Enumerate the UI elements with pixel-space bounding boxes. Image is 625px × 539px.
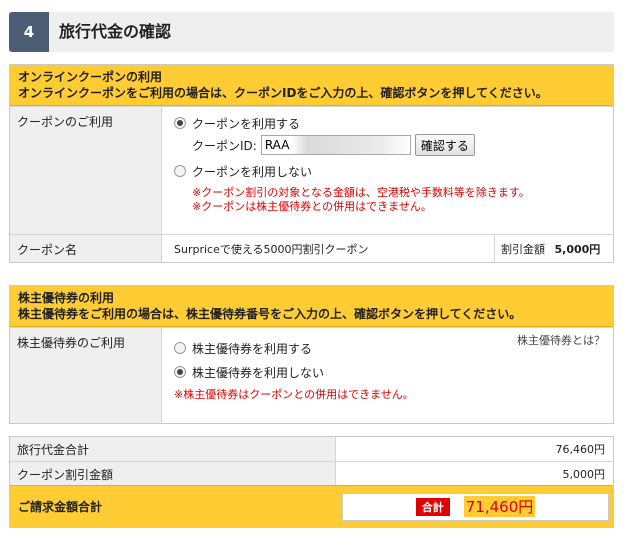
discount-value: 5,000円 — [554, 243, 601, 256]
grand-total-box: 合計 71,460円 — [342, 492, 609, 521]
coupon-panel: オンラインクーポンの利用 オンラインクーポンをご利用の場合は、クーポンIDをご入… — [9, 64, 614, 263]
shareholder-not-use-label: 株主優待券を利用しない — [192, 365, 325, 380]
grand-total-value: 71,460円 — [463, 496, 536, 517]
step-number: 4 — [9, 12, 49, 52]
travel-total-row: 旅行代金合計 76,460円 — [10, 437, 613, 461]
coupon-name-row: クーポン名 Surpriceで使える5000円割引クーポン 割引金額 5,000… — [10, 234, 613, 262]
shareholder-not-use-radio[interactable]: 株主優待券を利用しない — [174, 362, 601, 382]
coupon-name-label: クーポン名 — [10, 235, 162, 262]
radio-checked-icon[interactable] — [174, 117, 186, 129]
grand-total-label: ご請求金額合計 — [18, 500, 103, 514]
coupon-discount-row: クーポン割引金額 5,000円 — [10, 461, 613, 485]
coupon-id-label: クーポンID: — [192, 138, 257, 153]
section-header: 4 旅行代金の確認 — [9, 12, 614, 52]
coupon-confirm-button[interactable]: 確認する — [414, 134, 475, 156]
coupon-usage-row: クーポンのご利用 クーポンを利用する クーポンID: 確認する クーポンを利用し… — [10, 106, 613, 234]
discount-label: 割引金額 — [501, 243, 545, 256]
shareholder-use-label: 株主優待券を利用する — [192, 341, 313, 356]
coupon-notes: ※クーポン割引の対象となる金額は、空港税や手数料等を除きます。 ※クーポンは株主… — [174, 186, 601, 214]
shareholder-panel-header: 株主優待券の利用 株主優待券をご利用の場合は、株主優待券番号をご入力の上、確認ボ… — [10, 286, 613, 327]
shareholder-panel-instructions: 株主優待券をご利用の場合は、株主優待券番号をご入力の上、確認ボタンを押してくださ… — [18, 307, 522, 321]
travel-total-value: 76,460円 — [555, 443, 606, 456]
coupon-discount-label: クーポン割引金額 — [10, 462, 336, 485]
coupon-discount-value: 5,000円 — [562, 468, 606, 481]
shareholder-usage-label: 株主優待券のご利用 — [10, 328, 162, 423]
coupon-name-value: Surpriceで使える5000円割引クーポン — [162, 235, 495, 262]
coupon-usage-label: クーポンのご利用 — [10, 107, 162, 234]
coupon-panel-header: オンラインクーポンの利用 オンラインクーポンをご利用の場合は、クーポンIDをご入… — [10, 65, 613, 106]
shareholder-note: ※株主優待券はクーポンとの併用はできません。 — [174, 388, 414, 401]
shareholder-panel: 株主優待券の利用 株主優待券をご利用の場合は、株主優待券番号をご入力の上、確認ボ… — [9, 285, 614, 424]
section-title: 旅行代金の確認 — [59, 22, 172, 41]
coupon-use-label: クーポンを利用する — [192, 116, 301, 131]
coupon-panel-title: オンラインクーポンの利用 — [18, 70, 163, 84]
coupon-id-line: クーポンID: 確認する — [192, 133, 601, 157]
coupon-not-use-label: クーポンを利用しない — [192, 164, 313, 179]
radio-unchecked-icon[interactable] — [174, 165, 186, 177]
coupon-id-input[interactable] — [260, 135, 411, 155]
shareholder-usage-options: 株主優待券とは？ 株主優待券を利用する 株主優待券を利用しない ※株主優待券はク… — [162, 328, 613, 423]
price-summary: 旅行代金合計 76,460円 クーポン割引金額 5,000円 ご請求金額合計 合… — [9, 436, 614, 528]
coupon-use-radio[interactable]: クーポンを利用する — [174, 113, 601, 133]
coupon-usage-options: クーポンを利用する クーポンID: 確認する クーポンを利用しない ※クーポン割… — [162, 107, 613, 234]
discount-cell: 割引金額 5,000円 — [495, 235, 613, 262]
grand-total-row: ご請求金額合計 合計 71,460円 — [10, 485, 613, 527]
shareholder-help-link[interactable]: 株主優待券とは？ — [517, 332, 605, 348]
radio-unchecked-icon[interactable] — [174, 342, 186, 354]
travel-total-label: 旅行代金合計 — [10, 437, 336, 461]
coupon-note-1: ※クーポン割引の対象となる金額は、空港税や手数料等を除きます。 — [192, 186, 530, 199]
shareholder-panel-title: 株主優待券の利用 — [18, 291, 115, 305]
coupon-panel-instructions: オンラインクーポンをご利用の場合は、クーポンIDをご入力の上、確認ボタンを押して… — [18, 86, 548, 100]
coupon-note-2: ※クーポンは株主優待券との併用はできません。 — [192, 200, 432, 213]
radio-checked-icon[interactable] — [174, 366, 186, 378]
total-badge: 合計 — [415, 497, 450, 516]
coupon-not-use-radio[interactable]: クーポンを利用しない — [174, 161, 601, 181]
shareholder-usage-row: 株主優待券のご利用 株主優待券とは？ 株主優待券を利用する 株主優待券を利用しな… — [10, 327, 613, 423]
